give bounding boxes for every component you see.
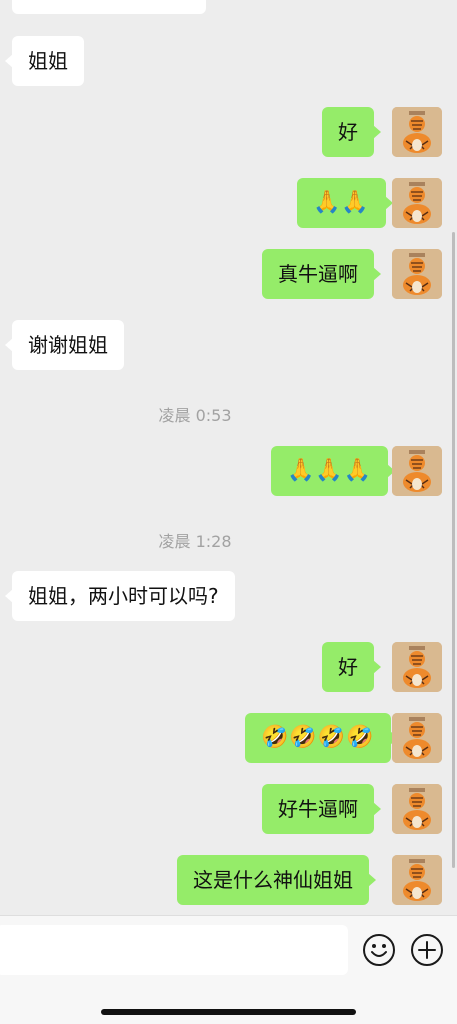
- avatar[interactable]: [392, 178, 442, 228]
- message-bubble-outgoing[interactable]: 这是什么神仙姐姐: [177, 855, 376, 905]
- tiger-avatar-icon: [392, 107, 442, 157]
- message-bubble-incoming[interactable]: 谢谢姐姐: [5, 320, 124, 370]
- plus-circle-icon: [411, 934, 443, 966]
- tiger-avatar-icon: [392, 855, 442, 905]
- emoji-button[interactable]: [362, 933, 396, 967]
- message-bubble-incoming[interactable]: [12, 0, 206, 14]
- avatar[interactable]: [392, 713, 442, 763]
- message-bubble-incoming[interactable]: 姐姐: [5, 36, 84, 86]
- avatar[interactable]: [392, 107, 442, 157]
- message-input-bar: [0, 915, 457, 1024]
- tiger-avatar-icon: [392, 713, 442, 763]
- message-input[interactable]: [0, 925, 348, 975]
- avatar[interactable]: [392, 642, 442, 692]
- smiley-icon: [363, 934, 395, 966]
- message-bubble-outgoing[interactable]: 真牛逼啊: [262, 249, 381, 299]
- more-button[interactable]: [410, 933, 444, 967]
- tiger-avatar-icon: [392, 784, 442, 834]
- message-bubble-outgoing[interactable]: 🙏🙏🙏: [271, 446, 396, 496]
- message-bubble-outgoing[interactable]: 好: [322, 642, 381, 692]
- avatar[interactable]: [392, 446, 442, 496]
- tiger-avatar-icon: [392, 446, 442, 496]
- timestamp: 凌晨 1:28: [158, 532, 232, 551]
- message-bubble-outgoing[interactable]: 🤣🤣🤣🤣: [245, 713, 398, 763]
- message-bubble-incoming[interactable]: 姐姐，两小时可以吗?: [5, 571, 235, 621]
- home-indicator[interactable]: [101, 1009, 356, 1015]
- message-bubble-outgoing[interactable]: 好牛逼啊: [262, 784, 381, 834]
- avatar[interactable]: [392, 855, 442, 905]
- tiger-avatar-icon: [392, 178, 442, 228]
- message-bubble-outgoing[interactable]: 🙏🙏: [297, 178, 393, 228]
- message-bubble-outgoing[interactable]: 好: [322, 107, 381, 157]
- chat-message-list[interactable]: 姐姐 好 🙏🙏 真牛逼啊 谢谢姐姐 凌晨 0:53 🙏🙏🙏 凌晨 1:28 姐姐…: [0, 0, 457, 915]
- avatar[interactable]: [392, 784, 442, 834]
- avatar[interactable]: [392, 249, 442, 299]
- scrollbar[interactable]: [452, 232, 455, 868]
- timestamp: 凌晨 0:53: [158, 406, 232, 425]
- tiger-avatar-icon: [392, 249, 442, 299]
- tiger-avatar-icon: [392, 642, 442, 692]
